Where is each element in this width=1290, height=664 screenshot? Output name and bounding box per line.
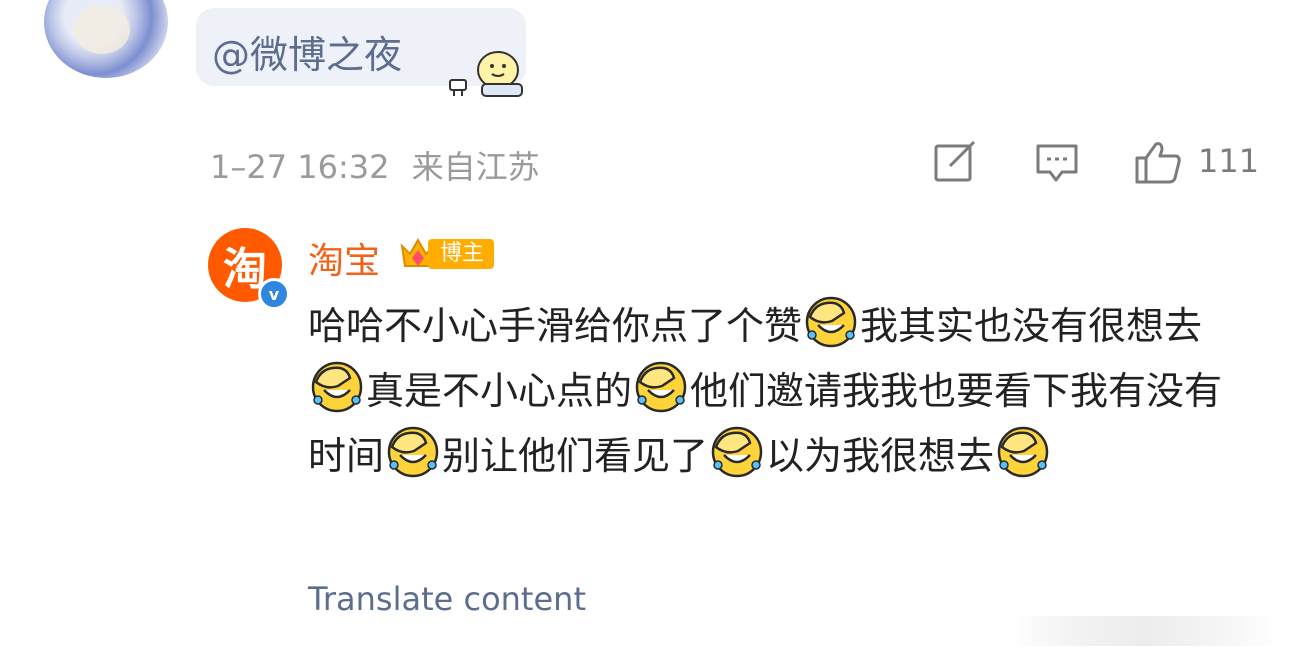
reply-text-segment: 以为我很想去	[766, 434, 995, 478]
reply-author[interactable]: 淘宝	[308, 232, 380, 284]
facepalm-laugh-emoji	[310, 360, 364, 414]
facepalm-laugh-emoji	[804, 295, 858, 349]
comment-timestamp: 1–27 16:32	[210, 148, 390, 186]
blogger-badge: 博主	[398, 236, 496, 272]
facepalm-laugh-emoji	[996, 425, 1050, 479]
translate-link[interactable]: Translate content	[308, 580, 586, 618]
edit-icon[interactable]	[932, 140, 978, 184]
scroll-hint	[1010, 616, 1280, 646]
reply-text-segment: 我其实也没有很想去	[860, 304, 1203, 348]
reply-text-segment: 哈哈不小心手滑给你点了个赞	[308, 304, 803, 348]
reply-body: 哈哈不小心手滑给你点了个赞 我其实也没有很想去 真是不小心点的 他们邀请我我也要…	[308, 294, 1258, 489]
comment-icon[interactable]	[1034, 140, 1080, 184]
reply-text-segment: 真是不小心点的	[366, 369, 633, 413]
facepalm-laugh-emoji	[386, 425, 440, 479]
mention-link[interactable]: @微博之夜	[212, 24, 402, 79]
like-count: 111	[1198, 142, 1260, 180]
badge-label: 博主	[428, 239, 495, 269]
comment-location: 来自江苏	[411, 148, 540, 186]
facepalm-laugh-emoji	[634, 360, 688, 414]
facepalm-laugh-emoji	[710, 425, 764, 479]
sticker-icon	[449, 51, 523, 97]
reply-text-segment: 别让他们看见了	[442, 434, 709, 478]
verified-icon: v	[258, 278, 290, 310]
like-icon[interactable]	[1134, 140, 1182, 184]
comment-meta: 1–27 16:32 来自江苏	[210, 142, 540, 188]
commenter-avatar[interactable]	[44, 0, 168, 78]
